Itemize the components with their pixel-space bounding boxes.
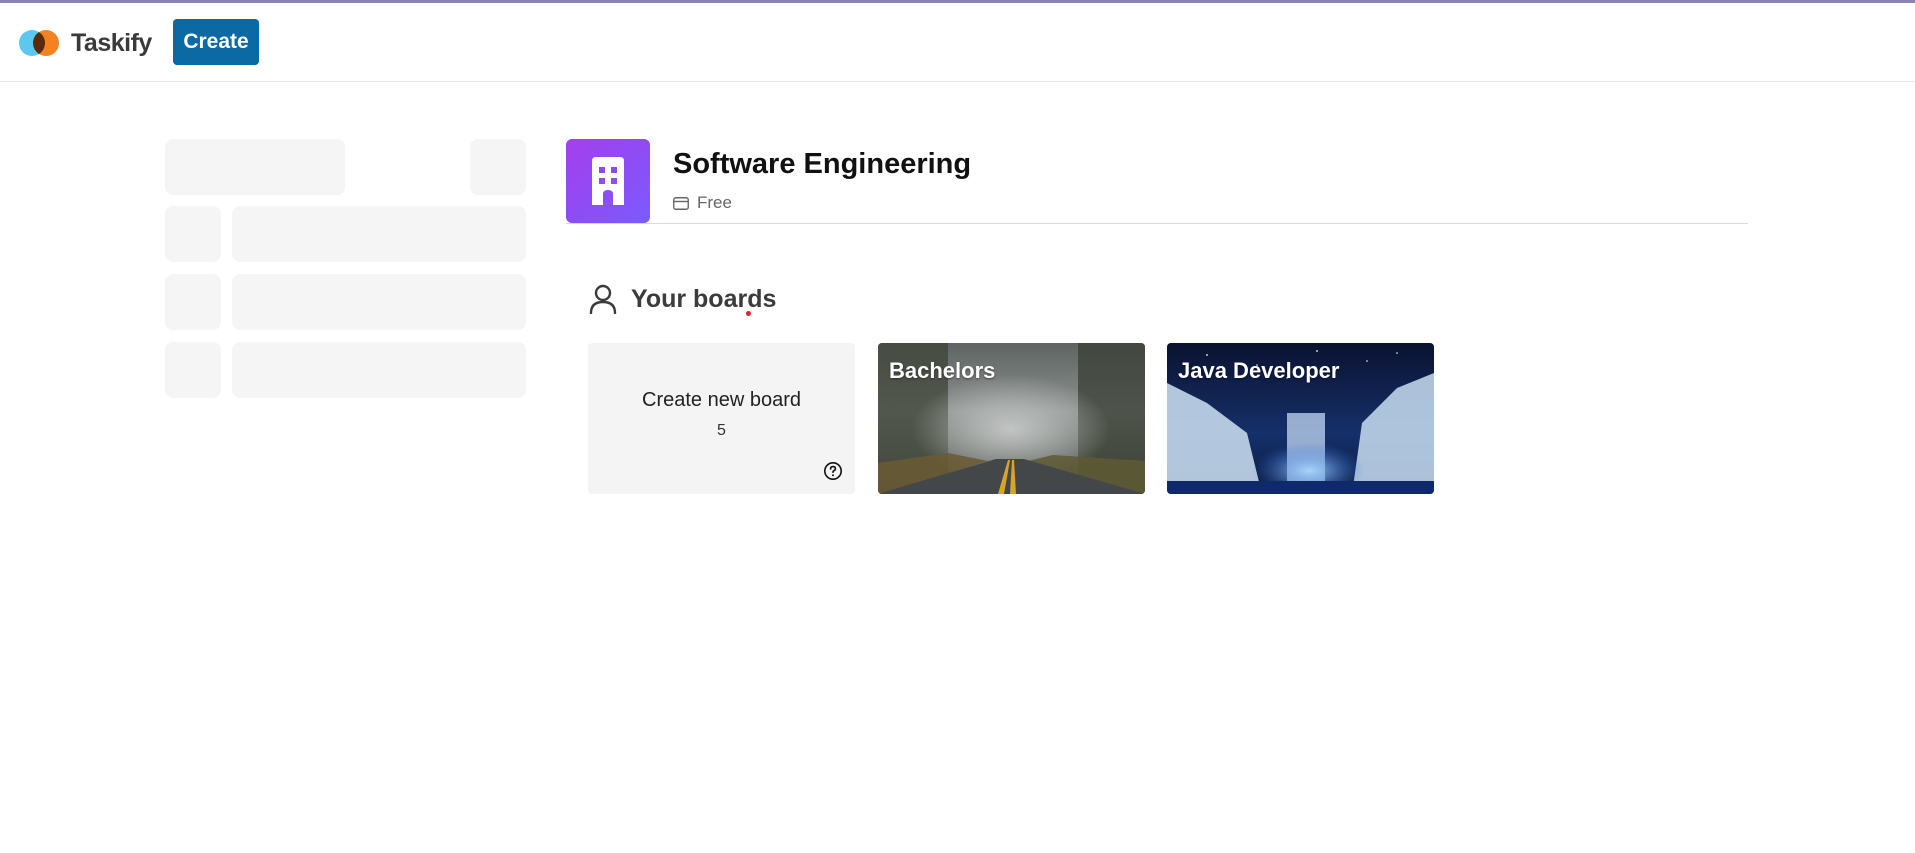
building-icon [592,157,624,205]
help-circle-icon[interactable] [823,461,843,481]
organization-plan: Free [673,193,732,213]
logo-icon [19,27,61,59]
boards-heading: Your boards [589,284,776,314]
create-button[interactable]: Create [173,19,259,65]
cursor-marker [746,311,751,316]
plan-label: Free [697,193,732,212]
app-name: Taskify [71,28,152,57]
app-logo[interactable]: Taskify [19,23,152,63]
board-card[interactable]: Bachelors [878,343,1145,494]
skeleton-item-icon [165,342,221,398]
header-divider [566,223,1748,224]
skeleton-action [470,139,526,195]
user-icon [589,284,617,314]
skeleton-item-icon [165,206,221,262]
board-card[interactable]: Java Developer [1167,343,1434,494]
organization-name: Software Engineering [673,148,972,180]
board-title: Bachelors [889,358,996,383]
skeleton-item-text [232,342,526,398]
skeleton-item-text [232,274,526,330]
credit-card-icon [673,196,689,210]
create-board-label: Create new board [642,389,801,411]
skeleton-item-icon [165,274,221,330]
skeleton-item-text [232,206,526,262]
skeleton-title [165,139,345,195]
boards-heading-label: Your boards [631,284,777,313]
remaining-boards-count: 5 [717,422,726,439]
navbar: Taskify Create [0,3,1915,82]
organization-avatar [566,139,650,223]
board-title: Java Developer [1178,358,1340,383]
create-board-card[interactable]: Create new board 5 [588,343,855,494]
